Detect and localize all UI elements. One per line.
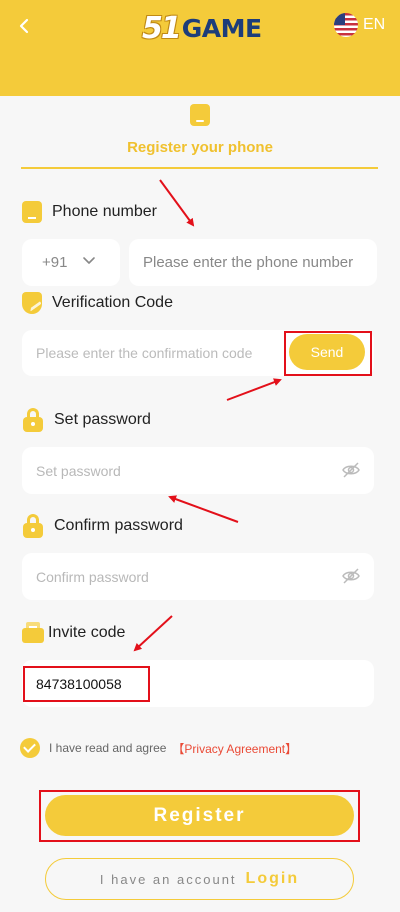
shield-icon xyxy=(22,292,42,314)
register-button[interactable]: Register xyxy=(45,795,354,836)
tab-underline xyxy=(21,167,378,169)
password-label: Set password xyxy=(54,411,151,428)
invite-code-value: 84738100058 xyxy=(36,675,122,692)
us-flag-icon xyxy=(334,13,358,37)
login-label: Login xyxy=(245,870,300,887)
agree-checkbox[interactable] xyxy=(20,738,40,758)
lock-icon xyxy=(22,514,44,538)
verification-label-row: Verification Code xyxy=(22,292,173,314)
invite-code-input[interactable]: 84738100058 xyxy=(22,660,374,707)
have-account-text: I have an account xyxy=(99,871,237,887)
logo-game: GAME xyxy=(181,13,262,43)
back-arrow-icon xyxy=(19,18,29,34)
top-header: 51 GAME EN xyxy=(0,0,400,96)
back-button[interactable] xyxy=(12,12,38,40)
language-selector[interactable]: EN xyxy=(334,13,385,37)
password-placeholder: Set password xyxy=(36,462,121,479)
agreement-row: I have read and agree 【Privacy Agreement… xyxy=(20,738,297,758)
logo-51: 51 xyxy=(142,10,182,46)
confirm-password-placeholder: Confirm password xyxy=(36,568,149,585)
confirm-password-label: Confirm password xyxy=(54,517,183,534)
phone-label-row: Phone number xyxy=(22,201,157,223)
invite-envelope-icon xyxy=(22,622,44,644)
password-input[interactable]: Set password xyxy=(22,447,374,494)
country-code-value: +91 xyxy=(42,254,68,271)
eye-off-icon[interactable] xyxy=(341,461,361,479)
password-label-row: Set password xyxy=(22,408,151,432)
phone-placeholder: Please enter the phone number xyxy=(143,254,354,271)
phone-icon xyxy=(22,201,42,223)
confirm-password-input[interactable]: Confirm password xyxy=(22,553,374,600)
verification-label: Verification Code xyxy=(52,294,173,311)
chevron-down-icon xyxy=(83,257,95,264)
agree-text: I have read and agree xyxy=(49,741,167,755)
phone-label: Phone number xyxy=(52,203,157,220)
register-phone-tab[interactable]: Register your phone xyxy=(0,96,400,170)
send-code-button[interactable]: Send xyxy=(289,334,365,370)
invite-label-row: Invite code xyxy=(22,622,125,644)
country-code-select[interactable]: +91 xyxy=(22,239,120,286)
arrow-to-send xyxy=(226,378,282,401)
arrow-to-invite xyxy=(133,615,173,652)
invite-label: Invite code xyxy=(48,624,126,641)
phone-icon xyxy=(190,104,210,126)
eye-off-icon[interactable] xyxy=(341,567,361,585)
confirm-password-label-row: Confirm password xyxy=(22,514,183,538)
language-label: EN xyxy=(363,16,386,33)
phone-input[interactable]: Please enter the phone number xyxy=(129,239,377,286)
verification-placeholder: Please enter the confirmation code xyxy=(36,345,253,361)
tab-label: Register your phone xyxy=(127,139,273,156)
privacy-agreement-link[interactable]: 【Privacy Agreement】 xyxy=(172,740,297,757)
app-logo: 51 GAME xyxy=(142,10,262,46)
login-button[interactable]: I have an account Login xyxy=(45,858,354,900)
arrow-to-phone xyxy=(159,179,195,227)
lock-icon xyxy=(22,408,44,432)
